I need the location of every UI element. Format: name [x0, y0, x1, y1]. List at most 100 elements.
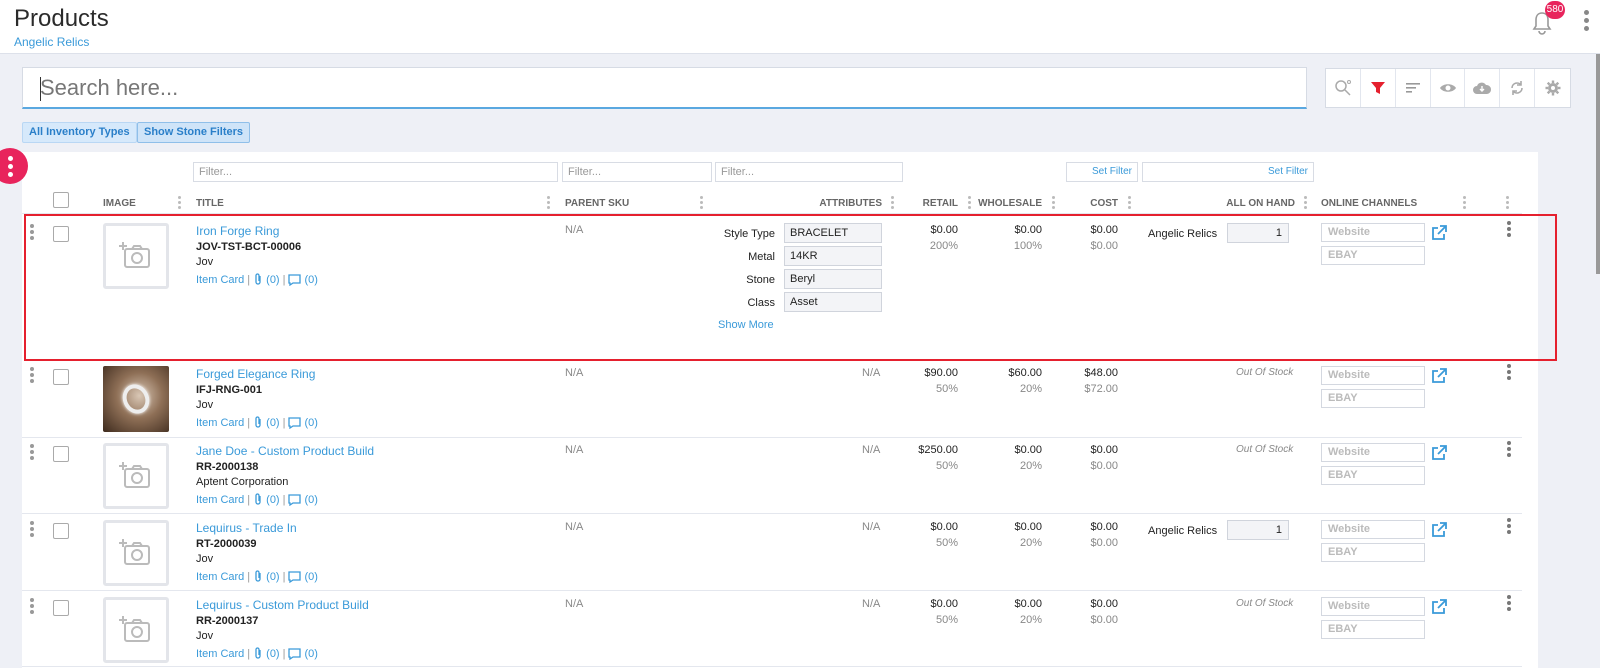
row-drag-handle[interactable]	[29, 367, 35, 385]
image-placeholder[interactable]	[103, 443, 169, 509]
on-hand-set-filter[interactable]: Set Filter	[1142, 162, 1314, 182]
item-card-link[interactable]: Item Card	[196, 648, 244, 660]
gear-icon[interactable]	[1535, 69, 1570, 107]
col-cost[interactable]: COST	[1060, 198, 1118, 209]
eye-icon[interactable]	[1431, 69, 1466, 107]
external-link-icon[interactable]	[1430, 598, 1448, 616]
cost-set-filter[interactable]: Set Filter	[1066, 162, 1138, 182]
column-resize-handle[interactable]	[1128, 196, 1131, 210]
ebay-channel-field[interactable]: EBAY	[1321, 246, 1425, 265]
column-resize-handle[interactable]	[178, 196, 181, 210]
show-more-link[interactable]: Show More	[718, 319, 774, 331]
column-resize-handle[interactable]	[1506, 196, 1509, 210]
paperclip-icon[interactable]	[253, 570, 263, 583]
row-checkbox[interactable]	[53, 226, 69, 242]
item-card-link[interactable]: Item Card	[196, 417, 244, 429]
column-resize-handle[interactable]	[1052, 196, 1055, 210]
website-channel-field[interactable]: Website	[1321, 366, 1425, 385]
row-drag-handle[interactable]	[29, 521, 35, 539]
comment-count[interactable]: (0)	[304, 417, 317, 429]
external-link-icon[interactable]	[1430, 444, 1448, 462]
paperclip-icon[interactable]	[253, 493, 263, 506]
item-card-link[interactable]: Item Card	[196, 494, 244, 506]
refresh-icon[interactable]	[1500, 69, 1536, 107]
row-checkbox[interactable]	[53, 446, 69, 462]
row-checkbox[interactable]	[53, 600, 69, 616]
item-card-link[interactable]: Item Card	[196, 274, 244, 286]
website-channel-field[interactable]: Website	[1321, 443, 1425, 462]
scrollbar[interactable]	[1596, 54, 1600, 274]
ebay-channel-field[interactable]: EBAY	[1321, 466, 1425, 485]
comment-icon[interactable]	[288, 570, 302, 583]
col-attributes[interactable]: ATTRIBUTES	[800, 198, 882, 209]
search-input[interactable]	[23, 68, 1306, 107]
col-image[interactable]: IMAGE	[103, 198, 136, 209]
row-menu-icon[interactable]	[1506, 364, 1512, 382]
product-title-link[interactable]: Iron Forge Ring	[196, 224, 279, 238]
stock-quantity[interactable]: 1	[1227, 223, 1289, 243]
ebay-channel-field[interactable]: EBAY	[1321, 389, 1425, 408]
attachment-count[interactable]: (0)	[266, 494, 279, 506]
image-placeholder[interactable]	[103, 597, 169, 663]
external-link-icon[interactable]	[1430, 224, 1448, 242]
comment-count[interactable]: (0)	[304, 571, 317, 583]
website-channel-field[interactable]: Website	[1321, 597, 1425, 616]
comment-icon[interactable]	[288, 493, 302, 506]
comment-count[interactable]: (0)	[304, 494, 317, 506]
comment-icon[interactable]	[288, 416, 302, 429]
column-resize-handle[interactable]	[1463, 196, 1466, 210]
cloud-download-icon[interactable]	[1465, 69, 1501, 107]
col-retail[interactable]: RETAIL	[900, 198, 958, 209]
all-inventory-types-chip[interactable]: All Inventory Types	[22, 122, 137, 143]
comment-count[interactable]: (0)	[304, 648, 317, 660]
comment-icon[interactable]	[288, 273, 302, 286]
store-link[interactable]: Angelic Relics	[14, 35, 89, 49]
row-drag-handle[interactable]	[29, 444, 35, 462]
attachment-count[interactable]: (0)	[266, 648, 279, 660]
column-resize-handle[interactable]	[968, 196, 971, 210]
paperclip-icon[interactable]	[253, 273, 263, 286]
row-menu-icon[interactable]	[1506, 518, 1512, 536]
show-stone-filters-chip[interactable]: Show Stone Filters	[137, 122, 251, 143]
attachment-count[interactable]: (0)	[266, 417, 279, 429]
external-link-icon[interactable]	[1430, 521, 1448, 539]
product-image[interactable]	[103, 366, 169, 432]
image-placeholder[interactable]	[103, 223, 169, 289]
ebay-channel-field[interactable]: EBAY	[1321, 620, 1425, 639]
product-title-link[interactable]: Forged Elegance Ring	[196, 367, 315, 381]
ebay-channel-field[interactable]: EBAY	[1321, 543, 1425, 562]
row-menu-icon[interactable]	[1506, 595, 1512, 613]
row-menu-icon[interactable]	[1506, 221, 1512, 239]
col-online-channels[interactable]: ONLINE CHANNELS	[1321, 198, 1417, 209]
column-resize-handle[interactable]	[891, 196, 894, 210]
select-all-checkbox[interactable]	[53, 192, 69, 208]
title-filter[interactable]: Filter...	[193, 162, 558, 182]
product-title-link[interactable]: Lequirus - Custom Product Build	[196, 598, 369, 612]
column-resize-handle[interactable]	[547, 196, 550, 210]
parent-sku-filter[interactable]: Filter...	[562, 162, 712, 182]
paperclip-icon[interactable]	[253, 416, 263, 429]
row-drag-handle[interactable]	[29, 598, 35, 616]
comment-icon[interactable]	[288, 647, 302, 660]
search-box[interactable]	[22, 67, 1307, 109]
search-settings-icon[interactable]	[1326, 69, 1361, 107]
row-checkbox[interactable]	[53, 369, 69, 385]
attachment-count[interactable]: (0)	[266, 571, 279, 583]
website-channel-field[interactable]: Website	[1321, 520, 1425, 539]
stock-quantity[interactable]: 1	[1227, 520, 1289, 540]
col-wholesale[interactable]: WHOLESALE	[975, 198, 1042, 209]
column-resize-handle[interactable]	[700, 196, 703, 210]
more-menu-icon[interactable]	[1582, 10, 1590, 38]
col-title[interactable]: TITLE	[196, 198, 224, 209]
row-checkbox[interactable]	[53, 523, 69, 539]
attachment-count[interactable]: (0)	[266, 274, 279, 286]
external-link-icon[interactable]	[1430, 367, 1448, 385]
item-card-link[interactable]: Item Card	[196, 571, 244, 583]
row-menu-icon[interactable]	[1506, 441, 1512, 459]
filter-icon[interactable]	[1361, 69, 1396, 107]
comment-count[interactable]: (0)	[304, 274, 317, 286]
product-title-link[interactable]: Jane Doe - Custom Product Build	[196, 444, 374, 458]
website-channel-field[interactable]: Website	[1321, 223, 1425, 242]
column-resize-handle[interactable]	[1304, 196, 1307, 210]
col-all-on-hand[interactable]: ALL ON HAND	[1200, 198, 1295, 209]
